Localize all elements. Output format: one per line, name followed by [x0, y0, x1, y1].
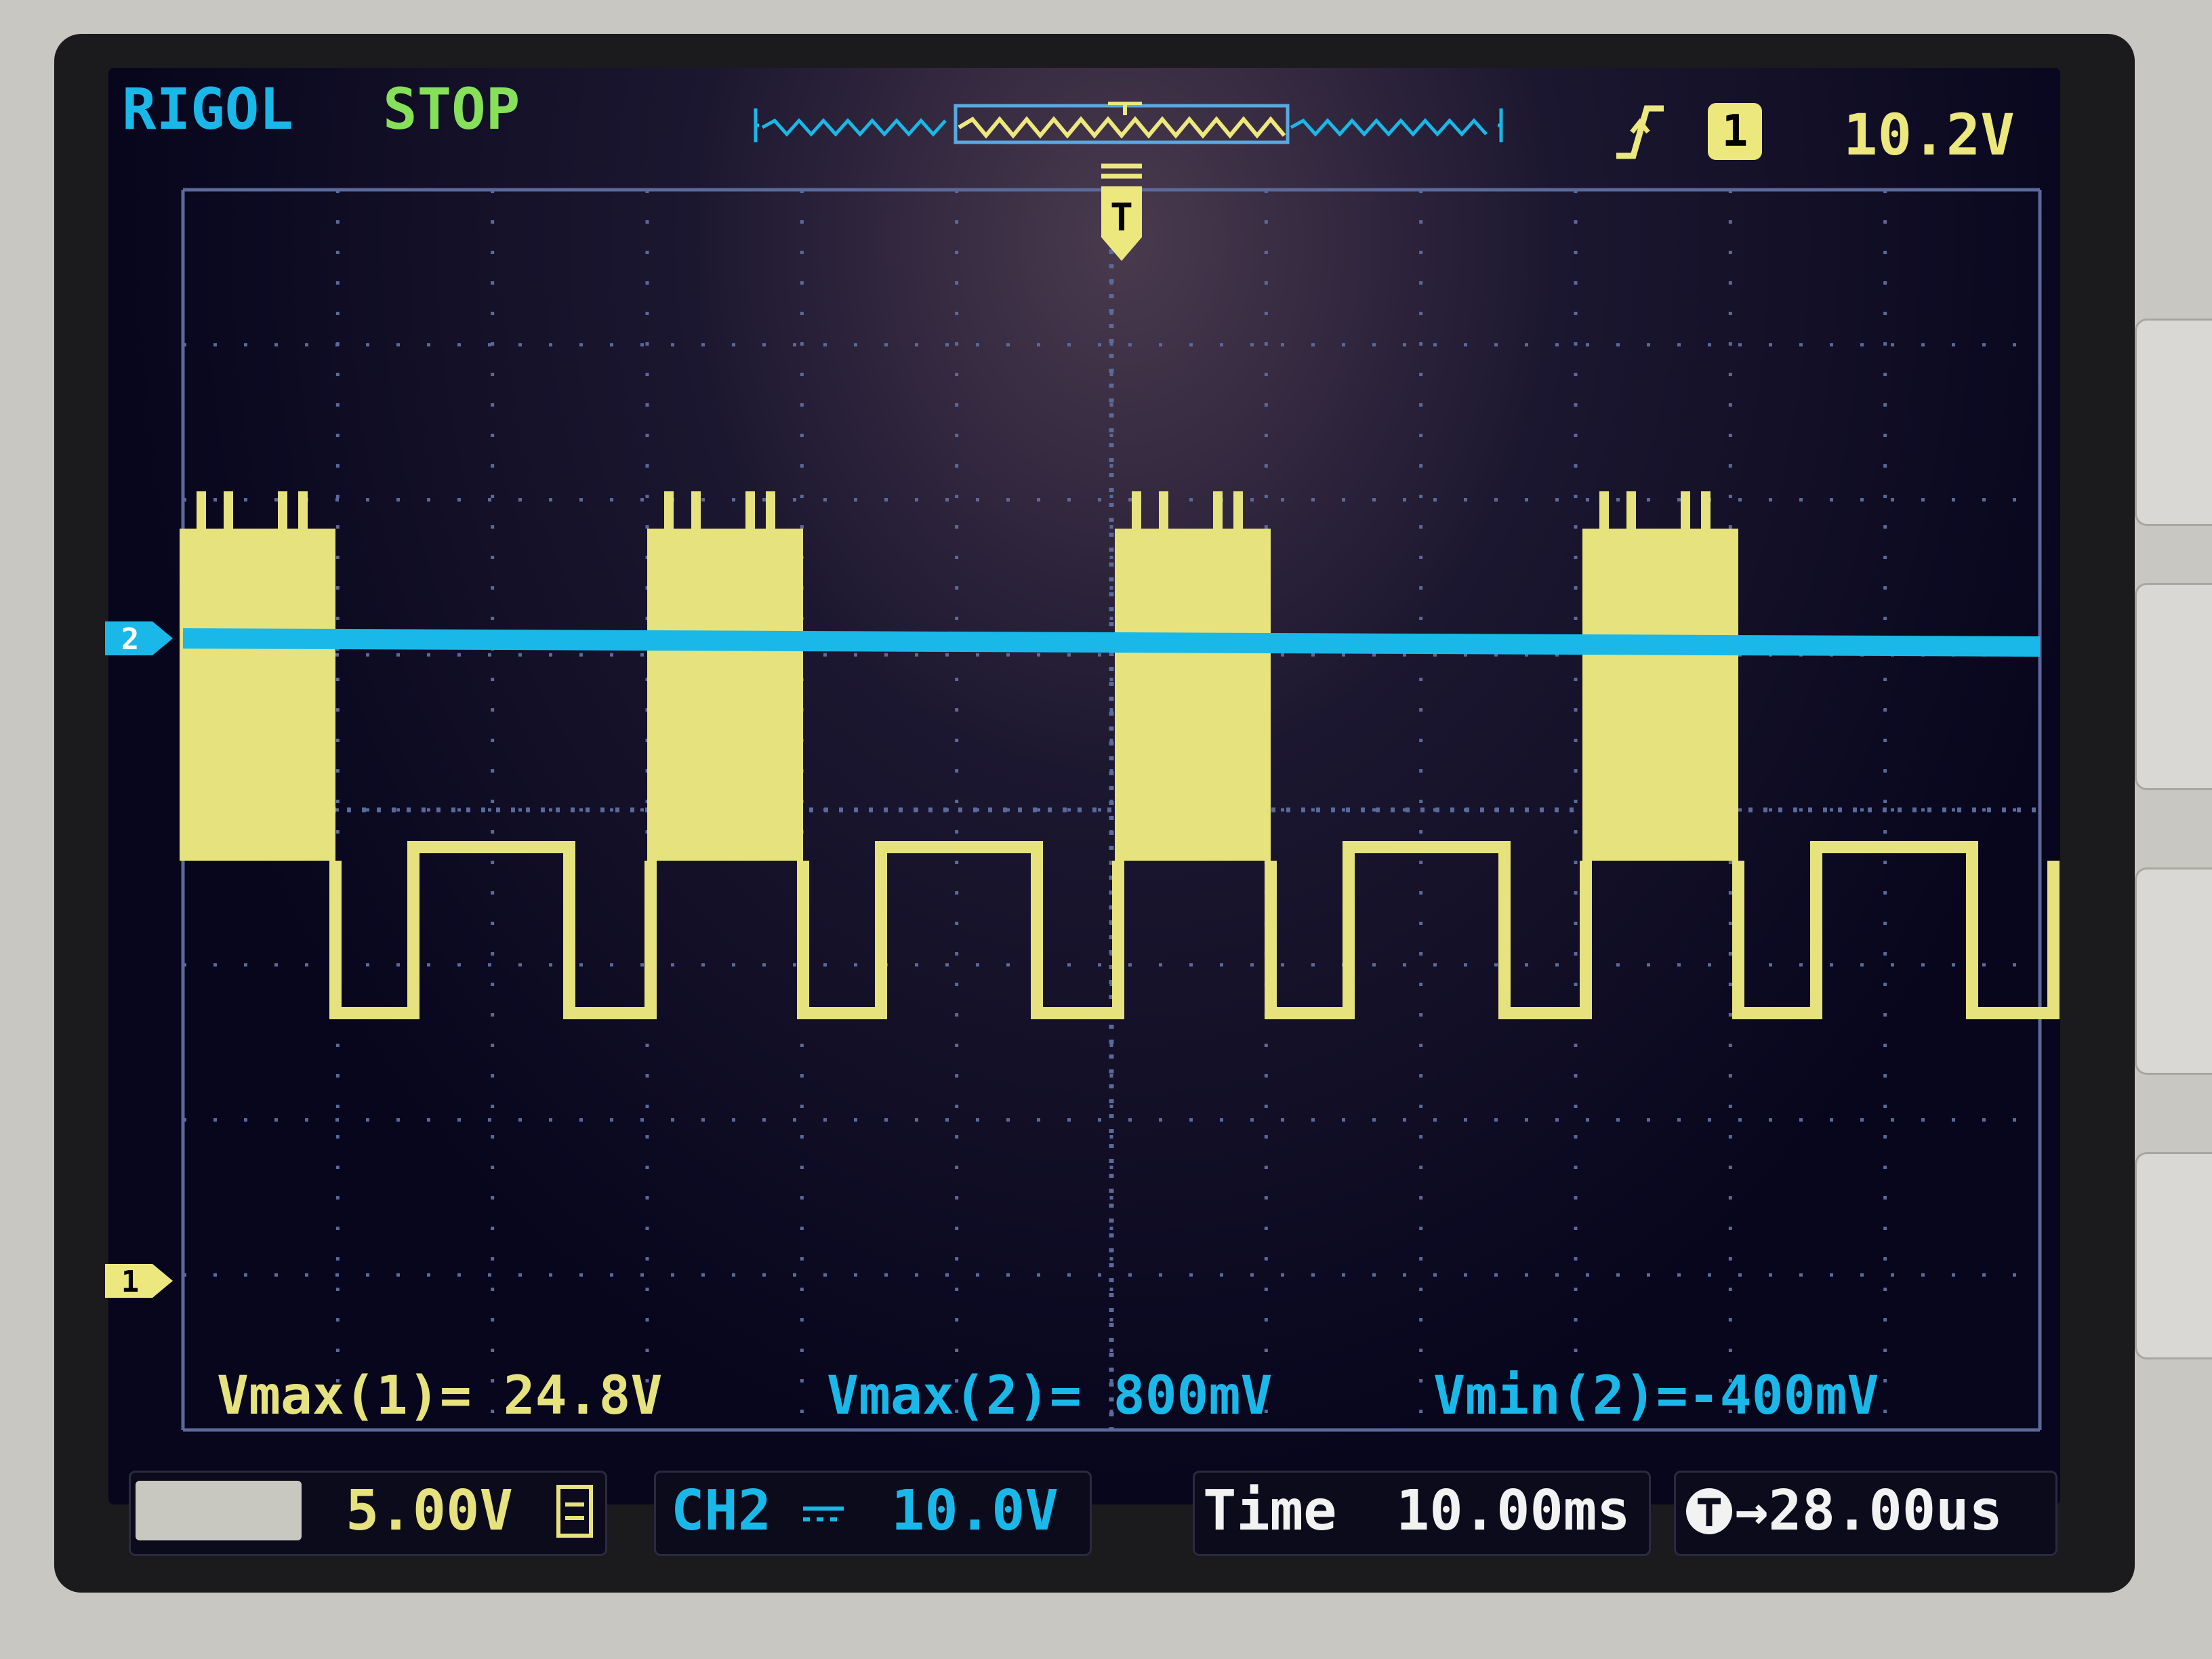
- ch1-spike: [224, 491, 233, 532]
- ch1-spike: [664, 491, 674, 532]
- ch1-spike: [1701, 491, 1711, 532]
- dc-coupling-icon: [803, 1507, 844, 1521]
- measurement-vmin-ch2: Vmin(2)=-400mV: [1433, 1366, 1879, 1427]
- ch1-spike: [1233, 491, 1243, 532]
- ch1-spike: [1132, 491, 1141, 532]
- ch1-burst-block: [647, 529, 803, 861]
- trigger-position-marker: T: [1101, 163, 1142, 261]
- ch2-label: CH2: [671, 1479, 772, 1543]
- ch2-offset-marker[interactable]: 2: [102, 618, 176, 659]
- ch2-trace-line: [182, 628, 2041, 657]
- ch2-scale: 10.0V: [891, 1479, 1059, 1543]
- ch2-waveform: [182, 628, 2041, 657]
- ch1-spike: [1599, 491, 1609, 532]
- trigger-source-badge: 1: [1708, 103, 1762, 160]
- ch1-spike: [197, 491, 206, 532]
- trigger-level: 10.2V: [1843, 102, 2015, 168]
- dc-coupling-icon: [556, 1485, 593, 1538]
- ch1-burst-block: [1582, 529, 1738, 861]
- measurement-vmax-ch2: Vmax(2)= 800mV: [827, 1366, 1273, 1427]
- ch1-spike: [278, 491, 287, 532]
- ch1-spike: [1213, 491, 1223, 532]
- ch1-spike: [691, 491, 701, 532]
- ch1-burst-block: [1115, 529, 1271, 861]
- ch1-badge: [136, 1481, 302, 1540]
- ch1-square-wave: [797, 841, 1124, 1019]
- brand-label: RIGOL: [122, 76, 293, 142]
- rising-edge-icon: [1616, 105, 1664, 159]
- ch1-burst-block: [180, 529, 335, 861]
- trigger-offset: →28.00us: [1735, 1479, 2003, 1543]
- ch1-spike: [1681, 491, 1690, 532]
- ch1-square-wave: [1732, 841, 2060, 1019]
- ch1-waveform: [180, 491, 2060, 1019]
- trigger-position-icon: [1686, 1488, 1732, 1534]
- ch1-spike: [766, 491, 775, 532]
- ch1-square-wave: [1265, 841, 1592, 1019]
- svg-text:T: T: [1110, 196, 1133, 240]
- svg-text:2: 2: [121, 622, 140, 657]
- time-scale: 10.00ms: [1396, 1479, 1631, 1543]
- ch1-spike: [1626, 491, 1636, 532]
- svg-text:1: 1: [121, 1265, 140, 1299]
- ch1-spike: [1159, 491, 1168, 532]
- run-state[interactable]: STOP: [383, 76, 520, 142]
- ch1-spike: [745, 491, 755, 532]
- trigger-offset-value: 28.00us: [1768, 1479, 2003, 1543]
- ch1-scale: 5.00V: [346, 1479, 513, 1543]
- ch1-spike: [298, 491, 308, 532]
- grid: [181, 188, 2042, 1432]
- time-label: Time: [1203, 1479, 1337, 1543]
- memory-depth-bar: [754, 102, 1503, 144]
- ch1-square-wave: [329, 841, 657, 1019]
- ch1-offset-marker[interactable]: 1: [102, 1261, 176, 1301]
- measurement-vmax-ch1: Vmax(1)= 24.8V: [217, 1366, 663, 1427]
